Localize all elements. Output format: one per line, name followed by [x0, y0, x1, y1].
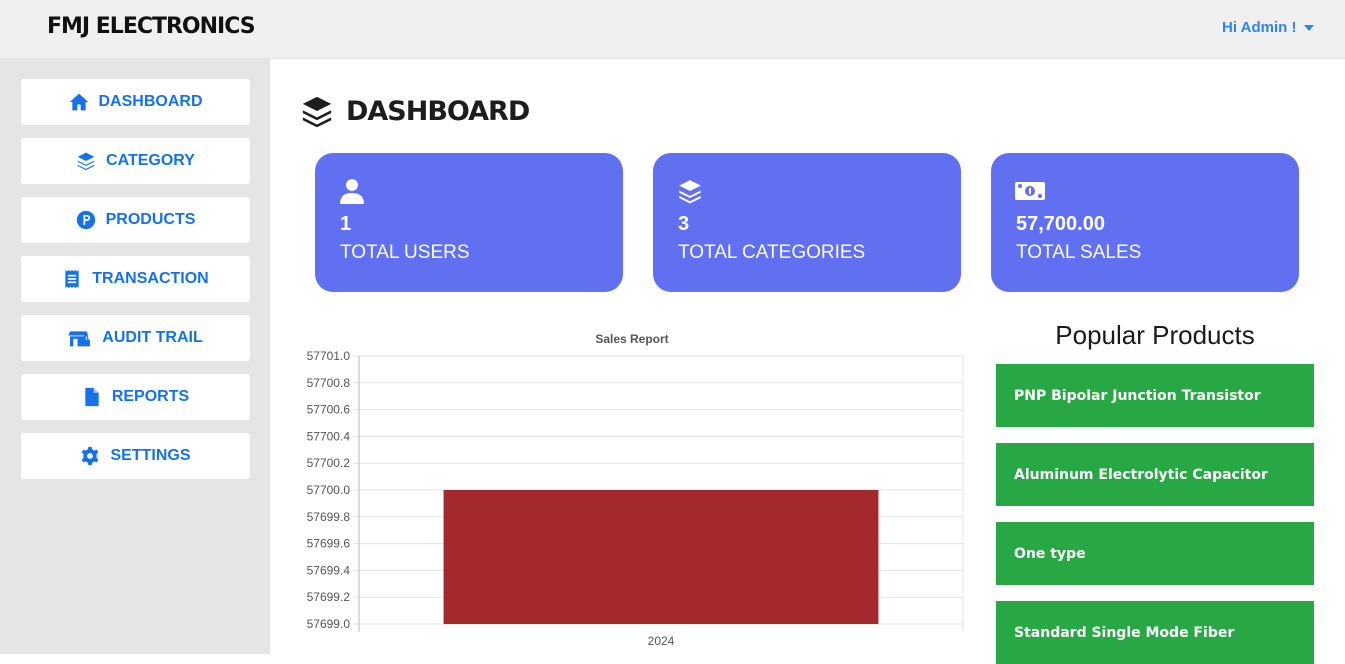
stat-card-categories: 3 TOTAL CATEGORIES — [653, 153, 961, 292]
popular-product-item[interactable]: One type — [996, 522, 1314, 585]
page-title-text: DASHBOARD — [346, 95, 530, 127]
sidebar-item-category[interactable]: CATEGORY — [21, 138, 250, 184]
sidebar: DASHBOARD CATEGORY PRODUCTS TRANSACTION … — [0, 59, 270, 654]
layers-icon — [77, 152, 95, 171]
brand-title[interactable]: FMJ ELECTRONICS — [47, 14, 256, 39]
page-title: DASHBOARD — [300, 94, 530, 128]
sidebar-item-label: AUDIT TRAIL — [102, 329, 203, 346]
user-icon — [340, 179, 364, 204]
store-lock-icon — [68, 331, 91, 347]
chart-canvas: 57701.0 57700.8 57700.6 57700.4 57700.2 57700… — [307, 349, 964, 648]
sales-report-chart: Sales Report 57701.0 57700.8 57700.6 57700.… — [290, 325, 980, 655]
y-tick-label: 57701.0 — [307, 349, 351, 363]
sidebar-item-settings[interactable]: SETTINGS — [21, 433, 250, 479]
layers-icon — [302, 96, 332, 128]
sidebar-item-audit-trail[interactable]: AUDIT TRAIL — [21, 315, 250, 361]
stat-value: 57,700.00 — [1016, 213, 1105, 235]
sidebar-item-label: REPORTS — [111, 388, 190, 405]
y-tick-label: 57700.2 — [307, 456, 351, 470]
sidebar-item-label: CATEGORY — [106, 152, 195, 169]
popular-products-title: Popular Products — [1055, 320, 1255, 350]
sidebar-item-label: PRODUCTS — [105, 211, 196, 228]
popular-product-item[interactable]: Standard Single Mode Fiber — [996, 601, 1314, 664]
y-tick-label: 57700.6 — [307, 403, 351, 417]
receipt-icon — [65, 269, 79, 289]
y-tick-label: 57700.4 — [307, 429, 351, 443]
sidebar-item-label: SETTINGS — [110, 447, 191, 464]
y-tick-label: 57699.8 — [307, 510, 351, 524]
gear-icon — [82, 446, 99, 466]
popular-product-item[interactable]: PNP Bipolar Junction Transistor — [996, 364, 1314, 427]
stat-value: 1 — [340, 213, 352, 235]
stat-label: TOTAL USERS — [340, 242, 470, 263]
sidebar-item-dashboard[interactable]: DASHBOARD — [21, 79, 250, 125]
sidebar-item-products[interactable]: PRODUCTS — [21, 197, 250, 243]
stat-card-users: 1 TOTAL USERS — [315, 153, 623, 292]
sidebar-item-reports[interactable]: REPORTS — [21, 374, 250, 420]
stat-label: TOTAL SALES — [1016, 242, 1142, 263]
bar — [443, 490, 879, 624]
top-navbar: FMJ ELECTRONICS Hi Admin ! — [0, 0, 1345, 59]
chart-title: Sales Report — [595, 332, 669, 346]
sidebar-item-label: TRANSACTION — [92, 270, 209, 287]
x-tick-label: 2024 — [648, 634, 675, 648]
stat-card-sales: 57,700.00 TOTAL SALES — [991, 153, 1299, 292]
y-tick-label: 57699.4 — [307, 563, 351, 577]
y-tick-label: 57700.0 — [307, 483, 351, 497]
file-icon — [85, 387, 99, 407]
user-menu-dropdown[interactable]: Hi Admin ! — [1222, 19, 1315, 36]
sidebar-item-transaction[interactable]: TRANSACTION — [21, 256, 250, 302]
user-greeting[interactable]: Hi Admin ! — [1222, 19, 1296, 36]
y-tick-label: 57699.0 — [307, 617, 351, 631]
y-tick-label: 57699.6 — [307, 537, 351, 551]
popular-product-item[interactable]: Aluminum Electrolytic Capacitor — [996, 443, 1314, 506]
stat-value: 3 — [678, 213, 690, 235]
home-icon — [69, 93, 88, 111]
chevron-down-icon[interactable] — [1304, 24, 1315, 31]
sidebar-item-label: DASHBOARD — [98, 93, 203, 110]
product-p-icon — [76, 210, 95, 230]
layers-icon — [679, 180, 701, 204]
stat-label: TOTAL CATEGORIES — [678, 242, 866, 263]
y-tick-label: 57700.8 — [307, 376, 351, 390]
money-icon — [1015, 182, 1045, 200]
y-tick-label: 57699.2 — [307, 590, 351, 604]
